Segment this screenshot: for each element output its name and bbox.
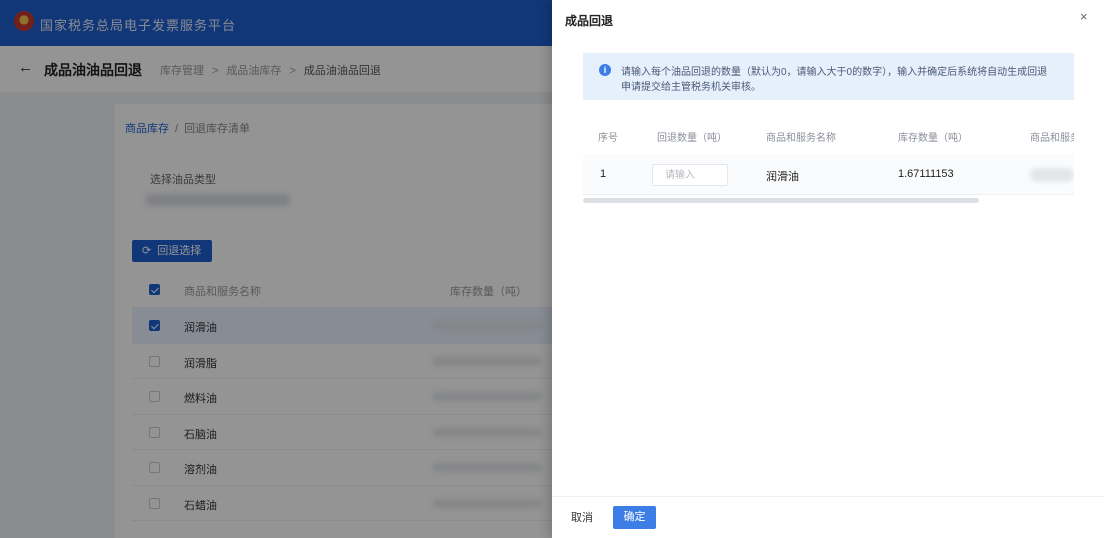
column-header-code: 商品和服务编码: [1030, 133, 1074, 144]
table-header: 序号 回退数量（吨） 商品和服务名称 库存数量（吨） 商品和服务编码: [583, 120, 1074, 150]
return-drawer: 成品回退 × i 请输入每个油品回退的数量（默认为0，请输入大于0的数字），输入…: [552, 0, 1104, 538]
column-header-stock: 库存数量（吨）: [898, 133, 968, 144]
row-code: [1030, 168, 1074, 182]
row-name: 润滑油: [766, 171, 799, 183]
column-header-index: 序号: [598, 133, 618, 144]
horizontal-scrollbar[interactable]: [583, 198, 979, 203]
confirm-button[interactable]: 确定: [613, 506, 656, 529]
column-header-return-qty: 回退数量（吨）: [657, 133, 727, 144]
cancel-button[interactable]: 取消: [571, 509, 593, 525]
return-table: 序号 回退数量（吨） 商品和服务名称 库存数量（吨） 商品和服务编码 1 润滑油…: [583, 120, 1074, 210]
row-stock: 1.67111153: [898, 168, 954, 180]
column-header-name: 商品和服务名称: [766, 133, 836, 144]
info-icon: i: [599, 64, 611, 76]
background-page: 国家税务总局电子发票服务平台 ← 成品油油品回退 库存管理 > 成品油库存 > 成品油油…: [0, 0, 552, 538]
modal-mask[interactable]: [0, 0, 552, 538]
notice-banner: i 请输入每个油品回退的数量（默认为0，请输入大于0的数字），输入并确定后系统将…: [583, 53, 1074, 100]
drawer-title: 成品回退: [565, 14, 614, 28]
table-row: 1 润滑油 1.67111153: [583, 155, 1074, 195]
row-index: 1: [600, 168, 607, 180]
return-qty-input[interactable]: [652, 164, 728, 186]
notice-text-line: 申请提交给主管税务机关审核。: [621, 82, 761, 93]
close-icon[interactable]: ×: [1080, 9, 1088, 24]
drawer-footer: 取消 确定: [552, 496, 1104, 538]
notice-text-line: 请输入每个油品回退的数量（默认为0，请输入大于0的数字），输入并确定后系统将自动…: [621, 67, 1048, 78]
